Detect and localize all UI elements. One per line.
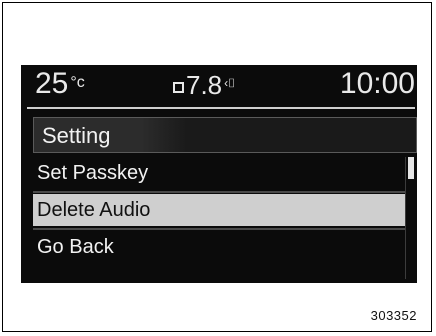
fuel-economy-unit-icon: ‹⌷ <box>224 76 236 90</box>
menu-divider <box>33 191 405 193</box>
fuel-economy-readout: 7.8 ‹⌷ <box>173 70 235 101</box>
temperature-value: 25 <box>35 67 69 100</box>
scrollbar-thumb[interactable] <box>408 157 414 179</box>
figure-id: 303352 <box>370 308 417 323</box>
menu-item-set-passkey[interactable]: Set Passkey <box>33 157 405 189</box>
fuel-economy-value: 7.8 <box>186 70 223 100</box>
settings-menu: Setting Set Passkey Delete Audio Go Back <box>33 117 417 283</box>
status-divider <box>27 107 415 109</box>
menu-scrollbar[interactable] <box>405 157 415 279</box>
fuel-economy-icon <box>173 82 184 93</box>
clock: 10:00 <box>339 67 415 100</box>
temperature-readout: 25 °c <box>35 67 85 101</box>
menu-title: Setting <box>42 123 111 148</box>
display-screen: 25 °c 7.8 ‹⌷ 10:00 Setting Set Passkey Del… <box>21 65 417 283</box>
menu-header: Setting <box>33 117 417 153</box>
status-bar: 25 °c 7.8 ‹⌷ 10:00 <box>21 65 417 109</box>
menu-item-go-back[interactable]: Go Back <box>33 231 405 263</box>
menu-item-delete-audio[interactable]: Delete Audio <box>33 194 405 226</box>
menu-divider <box>33 228 405 230</box>
figure-frame: 25 °c 7.8 ‹⌷ 10:00 Setting Set Passkey Del… <box>2 2 432 332</box>
temperature-unit: °c <box>70 74 85 91</box>
